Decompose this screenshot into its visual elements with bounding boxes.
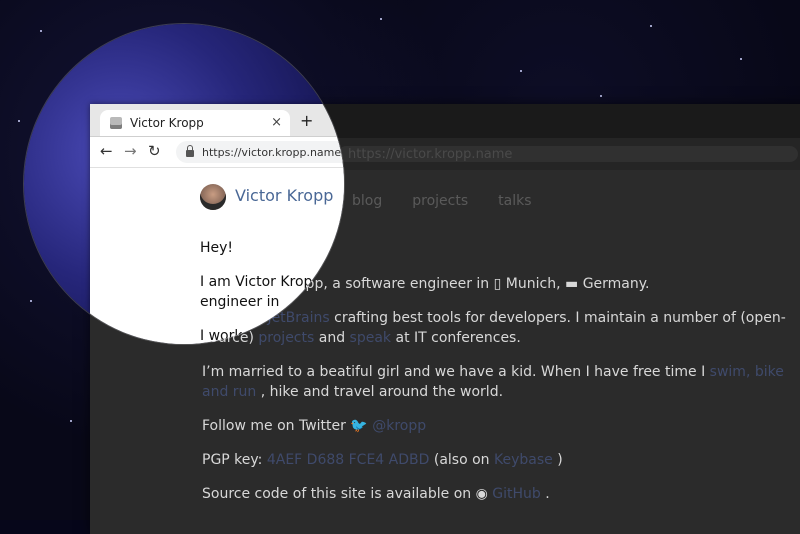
magnified-toolbar: ← → ↻ https://victor.kropp.name: [90, 137, 344, 168]
family-suffix: , hike and travel around the world.: [260, 384, 504, 400]
github-link[interactable]: GitHub: [492, 486, 541, 502]
pgp-suffix: ): [557, 452, 563, 468]
avatar[interactable]: [200, 184, 226, 210]
back-icon[interactable]: ←: [100, 142, 113, 160]
work-suffix: at IT conferences.: [395, 330, 521, 346]
magnified-browser-window: Victor Kropp × + ← → ↻ https://victor.kr…: [90, 104, 344, 344]
nav-projects-link[interactable]: projects: [412, 193, 468, 209]
pgp-prefix: PGP key:: [202, 452, 267, 468]
star: [380, 18, 382, 20]
magnifier-lens: Victor Kropp × + ← → ↻ https://victor.kr…: [24, 24, 344, 344]
work-paragraph: I work at JetBrains: [200, 326, 344, 344]
close-icon[interactable]: ×: [271, 115, 282, 130]
star: [740, 58, 742, 60]
plus-icon[interactable]: +: [300, 111, 313, 130]
star: [650, 25, 652, 27]
magnified-tab-strip: Victor Kropp × +: [90, 104, 344, 137]
greeting: Hey!: [200, 240, 234, 256]
intro-prefix: I am Victor Kropp, a software engineer i…: [200, 274, 344, 310]
nav-talks-link[interactable]: talks: [498, 193, 531, 209]
forward-icon[interactable]: →: [124, 142, 137, 160]
source-suffix: .: [545, 486, 550, 502]
active-tab[interactable]: Victor Kropp ×: [100, 110, 290, 136]
pgp-mid: (also on: [433, 452, 494, 468]
pgp-key-link[interactable]: 4AEF D688 FCE4 ADBD: [267, 452, 430, 468]
reload-icon[interactable]: ↻: [148, 142, 161, 160]
tab-title: Victor Kropp: [130, 116, 204, 130]
twitter-prefix: Follow me on Twitter: [202, 418, 351, 434]
star: [70, 420, 72, 422]
source-paragraph: Source code of this site is available on…: [202, 484, 800, 504]
country-name: Germany: [582, 276, 646, 292]
pgp-paragraph: PGP key: 4AEF D688 FCE4 ADBD (also on Ke…: [202, 450, 800, 470]
star: [600, 95, 602, 97]
magnified-content: Hey! I am Victor Kropp, a software engin…: [200, 238, 344, 344]
twitter-handle-link[interactable]: @kropp: [372, 418, 426, 434]
jetbrains-link[interactable]: JetBrains: [265, 328, 327, 344]
source-prefix: Source code of this site is available on: [202, 486, 476, 502]
family-paragraph: I’m married to a beatiful girl and we ha…: [202, 362, 800, 402]
star: [30, 300, 32, 302]
work-prefix: I work at: [200, 328, 266, 344]
lock-icon: [186, 145, 194, 157]
site-nav: blog projects talks: [352, 193, 531, 209]
speak-link[interactable]: speak: [350, 330, 391, 346]
twitter-paragraph: Follow me on Twitter 🐦 @kropp: [202, 416, 800, 436]
site-brand-link[interactable]: Victor Kropp: [235, 186, 333, 205]
address-bar[interactable]: https://victor.kropp.name: [176, 141, 344, 163]
github-icon: ◉: [475, 486, 488, 502]
family-prefix: I’m married to a beatiful girl and we ha…: [202, 364, 710, 380]
star: [18, 120, 20, 122]
address-url: https://victor.kropp.name: [202, 145, 342, 159]
star: [520, 70, 522, 72]
magnified-page: Victor Kropp Hey! I am Victor Kropp, a s…: [90, 168, 344, 344]
favicon-icon: [110, 117, 122, 129]
address-url: https://victor.kropp.name: [348, 147, 513, 162]
twitter-icon: 🐦: [350, 418, 368, 434]
keybase-link[interactable]: Keybase: [494, 452, 553, 468]
nav-blog-link[interactable]: blog: [352, 193, 382, 209]
bavaria-flag-icon: ▯: [493, 276, 502, 292]
city-name: Munich: [505, 276, 557, 292]
germany-flag-icon: ▬: [565, 276, 579, 292]
intro-paragraph: I am Victor Kropp, a software engineer i…: [200, 272, 344, 312]
star: [40, 30, 42, 32]
